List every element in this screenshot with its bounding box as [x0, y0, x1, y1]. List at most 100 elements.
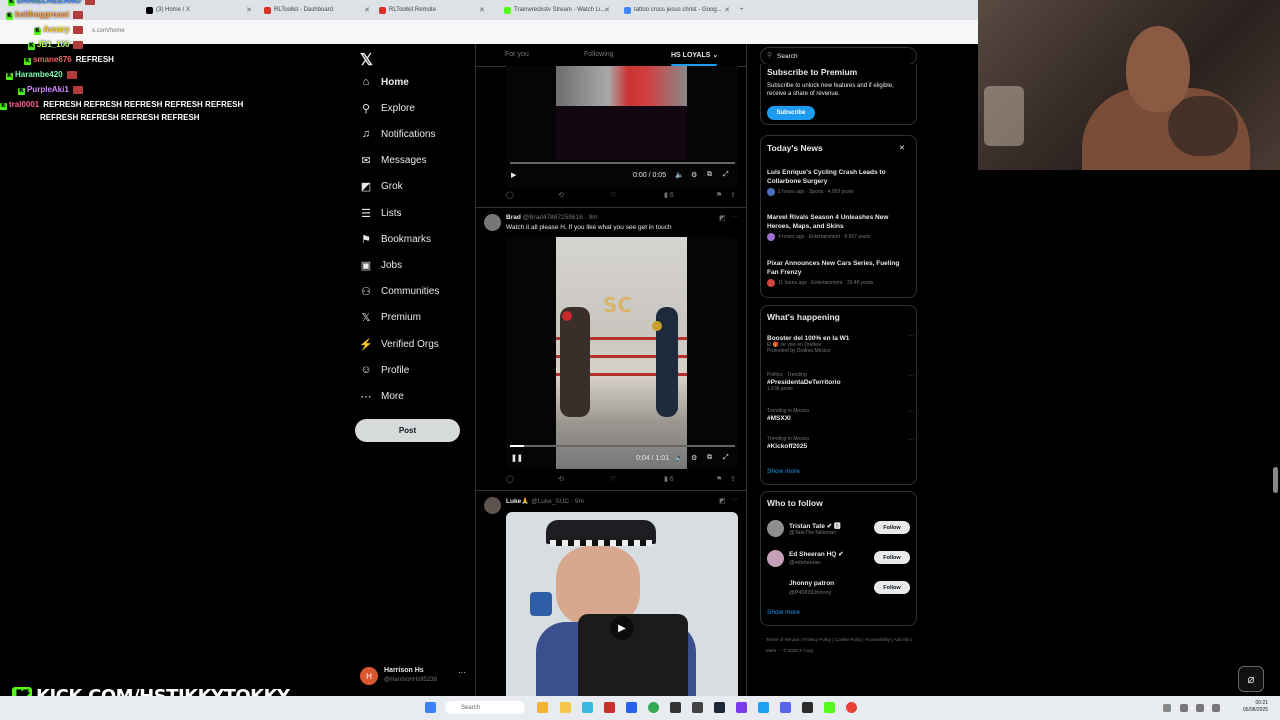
show-more-link[interactable]: Show more	[767, 468, 800, 475]
reply-icon[interactable]: ◯	[506, 475, 514, 483]
steam-icon[interactable]	[714, 702, 725, 713]
nav-item-more[interactable]: ⋯ More	[360, 386, 404, 406]
more-options-icon[interactable]: ···	[908, 372, 915, 379]
nav-item-verified-orgs[interactable]: ⚡ Verified Orgs	[359, 334, 439, 354]
account-switcher[interactable]: H Harrison Hs @HarrisonHs95238 ···	[360, 664, 470, 690]
new-tab-button[interactable]: +	[734, 2, 744, 18]
video-player[interactable]: SC	[506, 237, 738, 469]
views-icon[interactable]: ▮ 6	[664, 191, 674, 199]
video-player[interactable]: ▶	[506, 512, 738, 696]
discord-icon[interactable]	[780, 702, 791, 713]
reply-icon[interactable]: ◯	[506, 191, 514, 199]
chrome-icon[interactable]	[648, 702, 659, 713]
post-more-icon[interactable]: ···	[731, 213, 738, 220]
post-more-icon[interactable]: ···	[731, 496, 738, 503]
file-explorer-icon[interactable]	[560, 702, 571, 713]
bookmark-icon[interactable]: ⚑	[716, 191, 722, 199]
follow-suggestion[interactable]: Jhonny patron @P45839Jhonny Follow	[767, 578, 912, 600]
nav-item-notifications[interactable]: ♫ Notifications	[360, 124, 436, 144]
more-dots-icon[interactable]: ···	[458, 668, 466, 677]
edge-icon[interactable]	[582, 702, 593, 713]
timeline[interactable]: For you Following HS LOYALS ⌄ ▶ 0:00 / 0…	[475, 44, 747, 696]
post-author[interactable]: Luke🙏 @Luke_SUC · 9m	[506, 497, 584, 505]
video-progress-track[interactable]	[510, 162, 735, 164]
fullscreen-icon[interactable]: ⤢	[723, 171, 729, 179]
avatar[interactable]	[767, 580, 784, 597]
taskbar-clock[interactable]: 00:21 06/08/2025	[1243, 700, 1268, 714]
pip-icon[interactable]: ⧉	[707, 171, 712, 179]
bookmark-icon[interactable]: ⚑	[716, 475, 722, 483]
fullscreen-icon[interactable]: ⤢	[723, 454, 729, 462]
pause-icon[interactable]: ❚❚	[511, 454, 523, 462]
follow-button[interactable]: Follow	[874, 521, 910, 534]
video-player[interactable]	[506, 66, 738, 188]
tab-following[interactable]: Following	[584, 51, 614, 58]
browser-tab[interactable]: Trainwreckstv Stream - Watch Li... ✕	[498, 2, 616, 18]
widgets-icon[interactable]	[537, 702, 548, 713]
nav-item-explore[interactable]: ⚲ Explore	[360, 98, 415, 118]
browser-tab[interactable]: (3) Home / X ✕	[140, 2, 258, 18]
nav-item-messages[interactable]: ✉ Messages	[360, 151, 426, 171]
app-icon[interactable]	[604, 702, 615, 713]
app-icon[interactable]	[758, 702, 769, 713]
retweet-icon[interactable]: ⟲	[558, 191, 564, 199]
nav-item-bookmarks[interactable]: ⚑ Bookmarks	[360, 229, 431, 249]
grok-icon[interactable]: ◩	[719, 497, 726, 505]
like-icon[interactable]: ♡	[610, 191, 616, 199]
avatar[interactable]	[767, 550, 784, 567]
start-icon[interactable]	[425, 702, 436, 713]
post-button[interactable]: Post	[355, 419, 460, 442]
footer-links[interactable]: Terms of Service | Privacy Policy | Cook…	[766, 634, 916, 656]
settings-icon[interactable]: ⚙	[691, 454, 697, 462]
close-tab-icon[interactable]: ✕	[724, 6, 730, 14]
taskbar-search[interactable]: Search	[445, 701, 525, 714]
nav-item-lists[interactable]: ☰ Lists	[360, 203, 402, 223]
follow-suggestion[interactable]: Tristan Tate ✔ 🅱 @TateTheTalisman Follow	[767, 518, 912, 540]
search-input[interactable]	[775, 49, 909, 64]
tab-hs-loyals[interactable]: HS LOYALS ⌄	[671, 51, 718, 59]
nav-item-jobs[interactable]: ▣ Jobs	[360, 255, 402, 275]
follow-button[interactable]: Follow	[874, 581, 910, 594]
battery-icon[interactable]	[1212, 704, 1220, 712]
trend-item[interactable]: Booster del 100% en la W1 El 🎁 se vive en…	[767, 332, 915, 354]
app-icon[interactable]	[736, 702, 747, 713]
subscribe-button[interactable]: Subscribe	[767, 106, 815, 120]
pip-icon[interactable]: ⧉	[707, 454, 712, 462]
grok-icon[interactable]: ◩	[719, 214, 726, 222]
settings-icon[interactable]: ⚙	[691, 171, 697, 179]
volume-icon[interactable]: 🔈	[675, 171, 684, 179]
retweet-icon[interactable]: ⟲	[558, 475, 564, 483]
browser-tab[interactable]: RLToolkit Remote ✕	[373, 2, 491, 18]
follow-button[interactable]: Follow	[874, 551, 910, 564]
x-logo-icon[interactable]: 𝕏	[360, 50, 373, 70]
wifi-icon[interactable]	[1180, 704, 1188, 712]
volume-icon[interactable]: 🔈	[675, 454, 684, 462]
address-bar[interactable]: x.com/home	[0, 20, 978, 44]
search-box[interactable]: ⚲	[760, 47, 917, 65]
more-options-icon[interactable]: ···	[908, 436, 915, 443]
nav-item-home[interactable]: ⌂ Home	[360, 72, 409, 92]
news-item[interactable]: Luis Enrique's Cycling Crash Leads to Co…	[767, 168, 907, 196]
close-tab-icon[interactable]: ✕	[364, 6, 370, 14]
kick-icon[interactable]	[824, 702, 835, 713]
app-icon[interactable]	[692, 702, 703, 713]
nav-item-profile[interactable]: ☺ Profile	[360, 360, 409, 380]
more-options-icon[interactable]: ···	[908, 332, 915, 339]
close-icon[interactable]: ✕	[899, 144, 905, 152]
share-icon[interactable]: ⇧	[730, 191, 736, 199]
browser-tab[interactable]: RLToolkit - Dashboard ✕	[258, 2, 376, 18]
mail-icon[interactable]	[626, 702, 637, 713]
obs-icon[interactable]	[802, 702, 813, 713]
edit-icon[interactable]: ⌀	[1238, 666, 1264, 692]
trend-item[interactable]: Trending in Mexico #Kickoff2025 ···	[767, 436, 915, 450]
nav-item-premium[interactable]: 𝕏 Premium	[360, 308, 421, 328]
close-tab-icon[interactable]: ✕	[479, 6, 485, 14]
volume-icon[interactable]	[1196, 704, 1204, 712]
app-icon[interactable]	[846, 702, 857, 713]
trend-item[interactable]: Politics · Trending #PresidentaDeTerritor…	[767, 372, 915, 392]
play-icon[interactable]: ▶	[511, 171, 516, 179]
nav-item-communities[interactable]: ⚇ Communities	[360, 282, 439, 302]
avatar[interactable]	[484, 214, 501, 231]
app-icon[interactable]	[670, 702, 681, 713]
video-progress-track[interactable]	[510, 445, 735, 447]
